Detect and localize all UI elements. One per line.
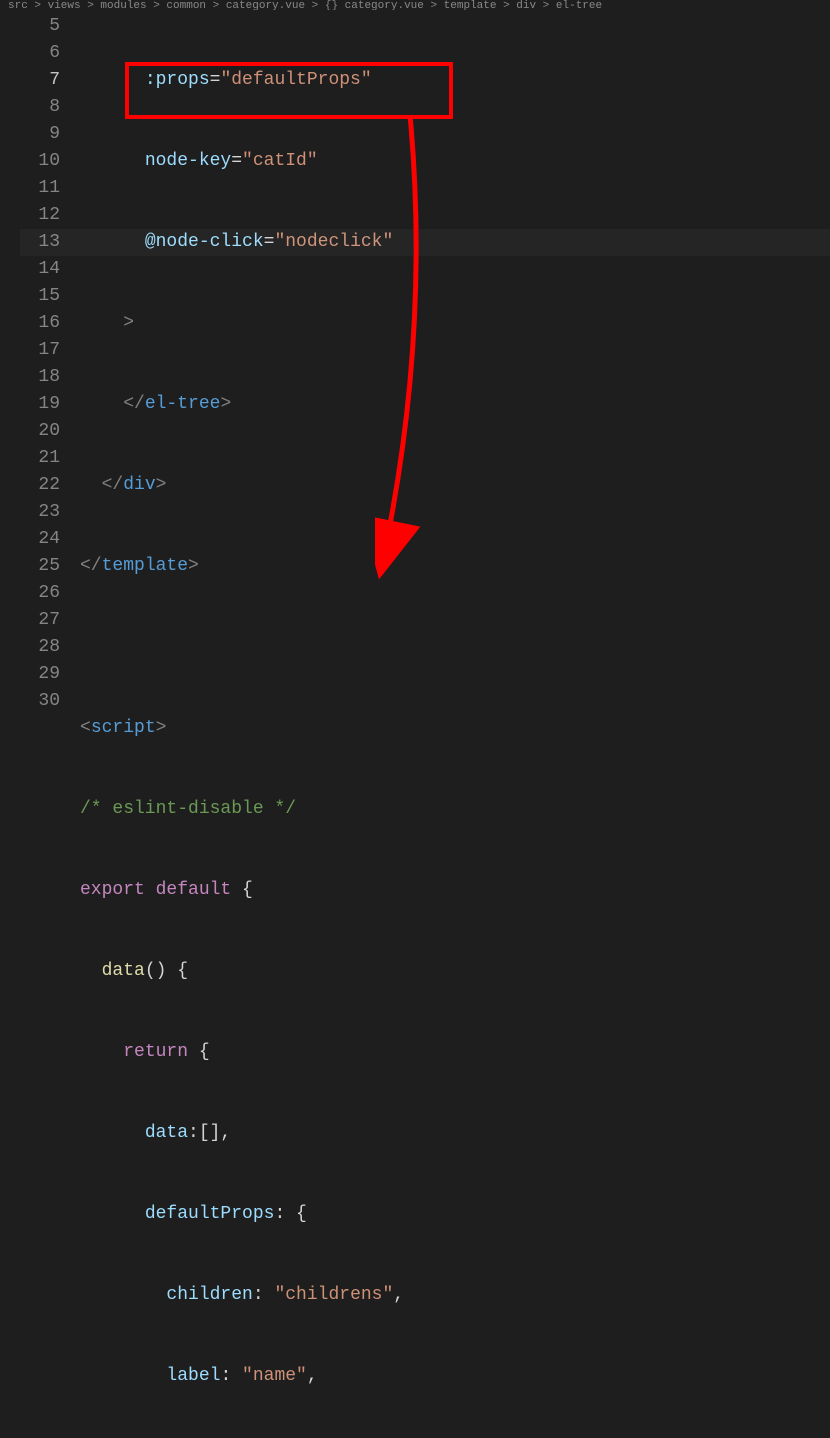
code-line[interactable]: @node-click="nodeclick" [80, 229, 830, 256]
code-line[interactable]: /* eslint-disable */ [80, 796, 830, 823]
code-editor[interactable]: 5 6 7 8 9 10 11 12 13 14 15 16 17 18 19 … [0, 10, 830, 719]
code-line[interactable]: export default { [80, 877, 830, 904]
code-line[interactable]: </el-tree> [80, 391, 830, 418]
code-line[interactable]: children: "childrens", [80, 1282, 830, 1309]
code-line[interactable]: > [80, 310, 830, 337]
code-line[interactable]: data:[], [80, 1120, 830, 1147]
code-line[interactable]: </div> [80, 472, 830, 499]
code-line[interactable]: </template> [80, 553, 830, 580]
code-line[interactable]: :props="defaultProps" [80, 67, 830, 94]
annotation-arrow [375, 110, 455, 580]
code-line[interactable]: data() { [80, 958, 830, 985]
code-content[interactable]: :props="defaultProps" node-key="catId" @… [80, 10, 830, 719]
code-line[interactable]: <script> [80, 715, 830, 742]
code-line[interactable]: defaultProps: { [80, 1201, 830, 1228]
code-line[interactable]: label: "name", [80, 1363, 830, 1390]
breadcrumb: src > views > modules > common > categor… [0, 0, 830, 10]
code-line[interactable]: return { [80, 1039, 830, 1066]
code-line[interactable] [80, 634, 830, 661]
line-number-gutter: 5 6 7 8 9 10 11 12 13 14 15 16 17 18 19 … [0, 10, 80, 719]
code-line[interactable]: node-key="catId" [80, 148, 830, 175]
